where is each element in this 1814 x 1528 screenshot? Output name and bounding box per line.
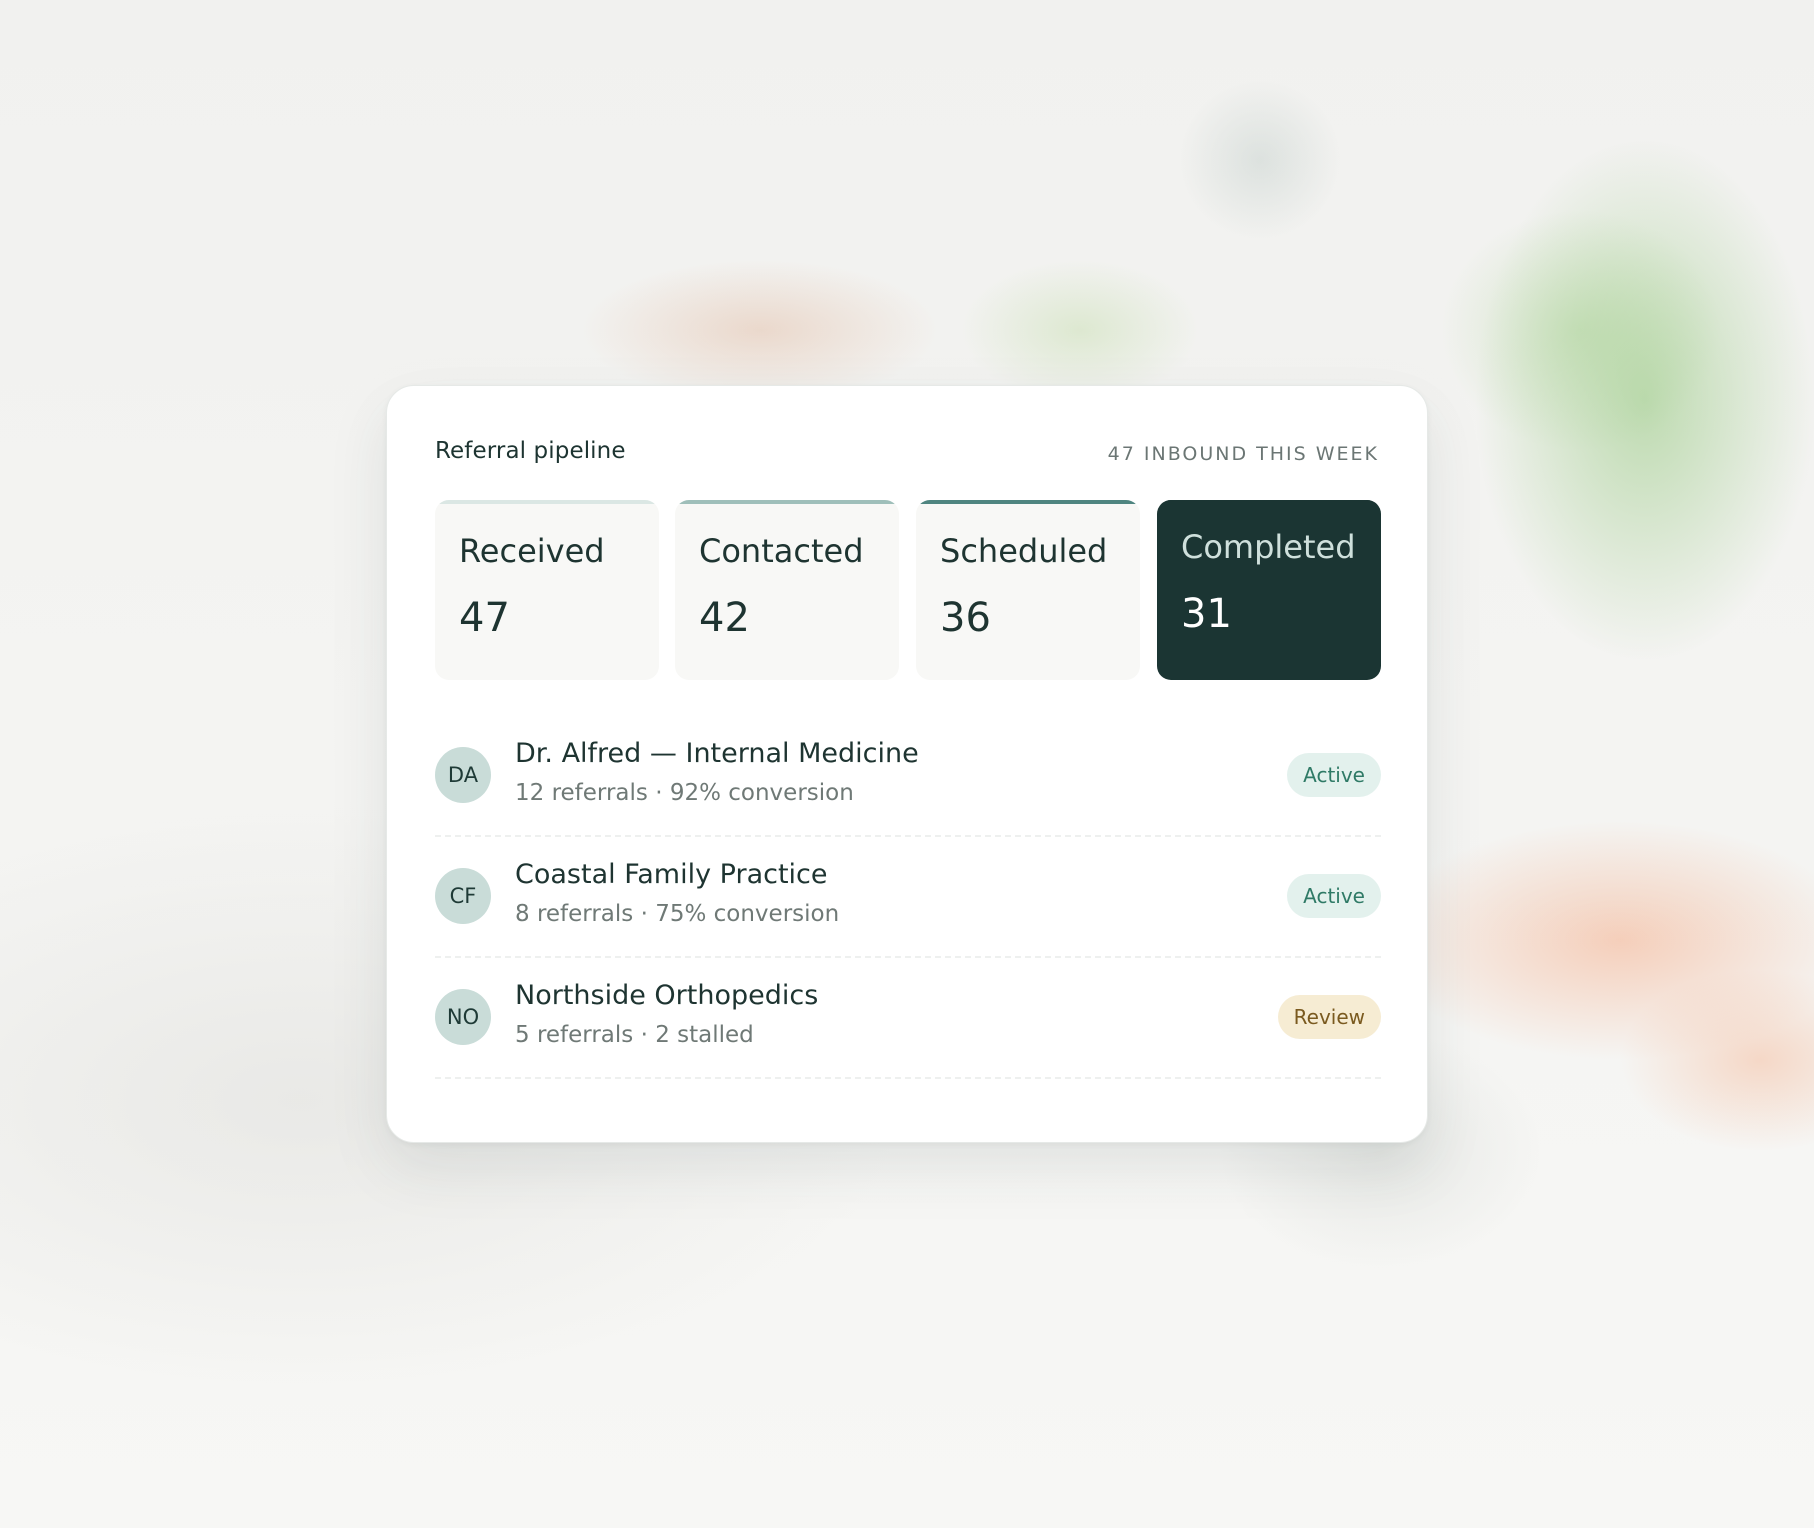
referrer-name: Coastal Family Practice (515, 859, 828, 890)
list-item[interactable]: CF Coastal Family Practice 8 referrals ·… (435, 837, 1381, 958)
stage-count: 31 (1181, 591, 1232, 637)
stage-count: 36 (940, 595, 991, 641)
stage-progress-bar (675, 500, 899, 504)
status-badge: Review (1277, 995, 1381, 1039)
stage-completed[interactable]: Completed 31 (1157, 500, 1381, 680)
status-badge: Active (1287, 753, 1381, 797)
stage-label: Contacted (699, 532, 864, 570)
referrer-stats: 5 referrals · 2 stalled (515, 1022, 754, 1048)
stage-count: 47 (459, 595, 510, 641)
card-header: Referral pipeline 47 INBOUND THIS WEEK (435, 438, 1379, 468)
stage-received[interactable]: Received 47 (435, 500, 659, 680)
avatar: NO (435, 989, 491, 1045)
stage-progress-bar (916, 500, 1140, 504)
referrer-name: Northside Orthopedics (515, 980, 819, 1011)
referrer-stats: 12 referrals · 92% conversion (515, 780, 854, 806)
avatar: DA (435, 747, 491, 803)
status-badge: Active (1287, 874, 1381, 918)
stage-count: 42 (699, 595, 750, 641)
stage-progress-bar (1157, 500, 1381, 504)
list-item[interactable]: NO Northside Orthopedics 5 referrals · 2… (435, 958, 1381, 1079)
avatar: CF (435, 868, 491, 924)
referrer-stats: 8 referrals · 75% conversion (515, 901, 840, 927)
inbound-count-label: 47 INBOUND THIS WEEK (1107, 443, 1379, 465)
referral-pipeline-card: Referral pipeline 47 INBOUND THIS WEEK R… (386, 385, 1428, 1143)
list-item[interactable]: DA Dr. Alfred — Internal Medicine 12 ref… (435, 716, 1381, 837)
referrer-name: Dr. Alfred — Internal Medicine (515, 738, 919, 769)
stage-label: Scheduled (940, 532, 1108, 570)
referrer-list: DA Dr. Alfred — Internal Medicine 12 ref… (435, 716, 1381, 1079)
pipeline-stages: Received 47 Contacted 42 Scheduled 36 Co… (435, 500, 1381, 680)
stage-label: Received (459, 532, 605, 570)
stage-scheduled[interactable]: Scheduled 36 (916, 500, 1140, 680)
stage-contacted[interactable]: Contacted 42 (675, 500, 899, 680)
card-title: Referral pipeline (435, 438, 626, 464)
stage-progress-bar (435, 500, 659, 504)
stage-label: Completed (1181, 528, 1356, 566)
